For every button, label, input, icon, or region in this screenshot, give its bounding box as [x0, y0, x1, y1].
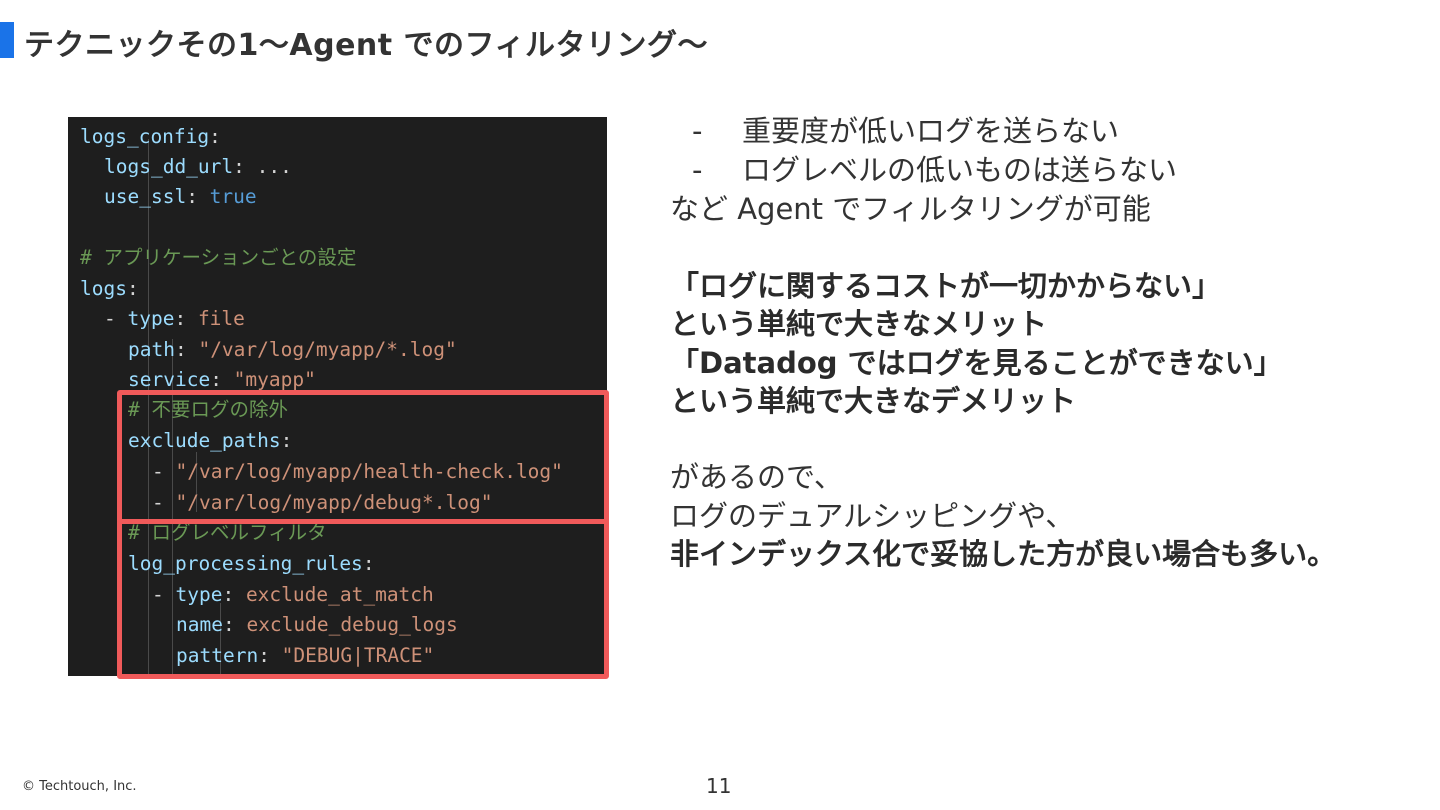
- code-value: ...: [256, 155, 292, 178]
- bullet-text: ログレベルの低いものは送らない: [742, 153, 1178, 187]
- code-line: use_ssl: true: [104, 182, 257, 212]
- code-punct: :: [174, 338, 199, 361]
- code-line: path: "/var/log/myapp/*.log": [128, 335, 457, 365]
- code-value: "myapp": [233, 368, 316, 391]
- bullet-marker: -: [692, 114, 703, 148]
- bullet-marker: -: [692, 153, 703, 187]
- body-text: など Agent でフィルタリングが可能: [670, 192, 1151, 226]
- code-punct: :: [233, 155, 257, 178]
- code-punct: :: [126, 277, 139, 300]
- title-accent-bar: [0, 22, 14, 58]
- highlight-box-exclude-paths: [117, 390, 609, 524]
- emphasis-text: 「ログに関するコストが一切かからない」: [670, 269, 1222, 303]
- code-key: logs_dd_url: [104, 155, 234, 178]
- code-dash: -: [104, 307, 128, 330]
- highlight-box-log-processing: [117, 519, 609, 679]
- code-punct: :: [174, 307, 198, 330]
- code-line: logs_dd_url: ...: [104, 152, 292, 182]
- code-value: true: [209, 185, 257, 208]
- code-punct: :: [209, 125, 221, 148]
- code-key: logs_config: [80, 125, 210, 148]
- code-key: path: [128, 338, 175, 361]
- slide-title: テクニックその1〜Agent でのフィルタリング〜: [24, 28, 708, 63]
- copyright: © Techtouch, Inc.: [22, 779, 137, 794]
- code-line: logs_config:: [80, 122, 221, 152]
- code-line: - type: file: [104, 304, 245, 334]
- code-key: logs: [80, 277, 127, 300]
- bullet-text: 重要度が低いログを送らない: [742, 114, 1120, 148]
- code-punct: :: [210, 368, 234, 391]
- code-value: "/var/log/myapp/*.log": [198, 338, 457, 361]
- body-text: ログのデュアルシッピングや、: [670, 499, 1075, 533]
- emphasis-text: 「Datadog ではログを見ることができない」: [670, 346, 1283, 380]
- code-key: service: [128, 368, 211, 391]
- code-key: use_ssl: [104, 185, 187, 208]
- code-key: type: [127, 307, 175, 330]
- code-value: file: [197, 307, 245, 330]
- code-comment: # アプリケーションごとの設定: [80, 246, 357, 269]
- page-number: 11: [706, 774, 732, 798]
- emphasis-text: という単純で大きなメリット: [670, 307, 1048, 341]
- emphasis-text: という単純で大きなデメリット: [670, 384, 1077, 418]
- body-text: があるので、: [670, 460, 843, 494]
- code-punct: :: [186, 185, 210, 208]
- code-line: logs:: [80, 274, 139, 304]
- emphasis-text: 非インデックス化で妥協した方が良い場合も多い。: [670, 537, 1337, 571]
